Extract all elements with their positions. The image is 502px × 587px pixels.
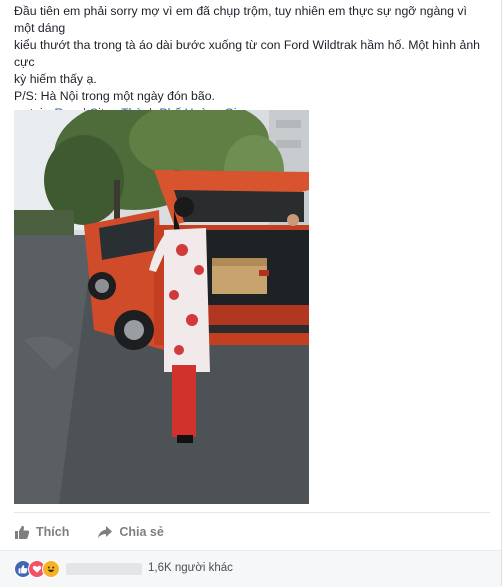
reaction-count[interactable]: 1,6K người khác [148, 562, 233, 574]
share-button[interactable]: Chia sẻ [97, 524, 164, 540]
reaction-icons[interactable] [14, 560, 60, 578]
post-text-line: kiểu thướt tha trong tà áo dài bước xuốn… [14, 38, 480, 69]
post-text-line: kỳ hiếm thấy ạ. [14, 72, 97, 86]
like-button[interactable]: Thích [14, 524, 69, 540]
blurred-names [66, 563, 142, 575]
divider [14, 512, 490, 513]
post-text-line: P/S: Hà Nội trong một ngày đón bão. [14, 89, 215, 103]
like-label: Thích [36, 525, 70, 539]
post-message: Đầu tiên em phải sorry mợ vì em đã chụp … [14, 3, 490, 123]
haha-reaction-icon [42, 560, 60, 578]
share-arrow-icon [97, 524, 113, 540]
reactions-bar: 1,6K người khác [0, 550, 501, 587]
post-text-line: Đầu tiên em phải sorry mợ vì em đã chụp … [14, 4, 467, 35]
post-photo[interactable] [14, 110, 309, 504]
post-actions: Thích Chia sẻ [14, 520, 164, 544]
feed-post: Đầu tiên em phải sorry mợ vì em đã chụp … [0, 0, 502, 587]
photo-illustration [14, 110, 309, 504]
share-label: Chia sẻ [119, 525, 164, 539]
thumbs-up-icon [14, 524, 30, 540]
